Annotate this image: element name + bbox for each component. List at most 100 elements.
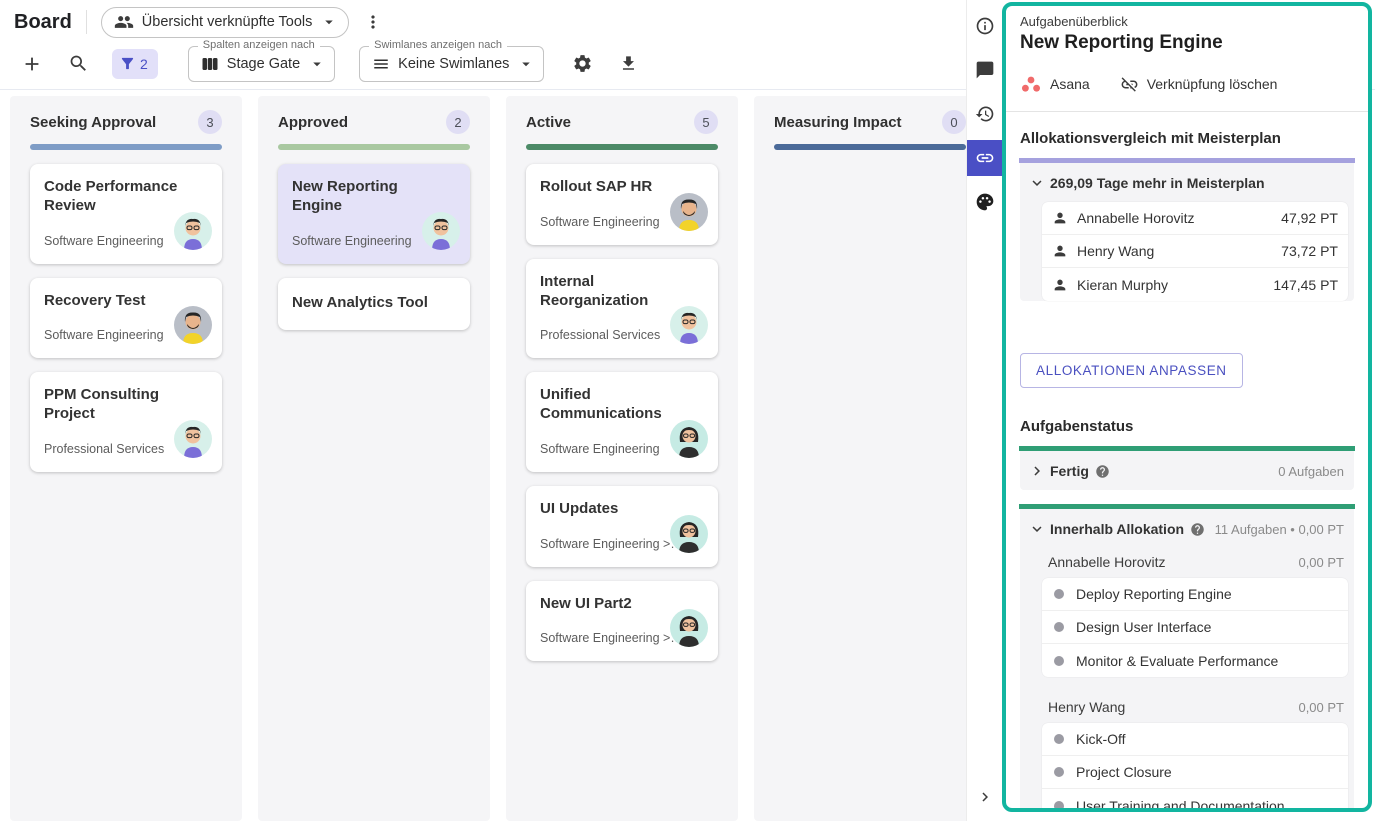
status-group-innerhalb: Innerhalb Allokation 11 Aufgaben • 0,00 … [1020, 504, 1354, 812]
collapse-panel-icon[interactable] [967, 779, 1003, 815]
card-title: PPM Consulting Project [44, 386, 208, 424]
project-card[interactable]: Unified Communications Software Engineer… [526, 372, 718, 472]
download-button[interactable] [610, 46, 646, 82]
avatar [670, 193, 708, 231]
caret-down-icon [320, 13, 338, 31]
person-value: 0,00 PT [1298, 555, 1344, 570]
person-name: Henry Wang [1048, 699, 1125, 715]
page-title: Board [14, 11, 72, 34]
asana-link[interactable]: Asana [1050, 76, 1090, 92]
help-icon[interactable] [1095, 464, 1110, 479]
integration-link-row: Asana Verknüpfung löschen [1020, 74, 1354, 94]
app-root: Board Übersicht verknüpfte Tools 2 [0, 0, 1375, 821]
allocation-group-title: 269,09 Tage mehr in Meisterplan [1050, 175, 1265, 191]
status-group-header[interactable]: Innerhalb Allokation 11 Aufgaben • 0,00 … [1020, 509, 1354, 548]
chevron-right-icon [1028, 462, 1046, 480]
link-tab-icon-active[interactable] [967, 140, 1003, 176]
card-title: New Reporting Engine [292, 178, 456, 216]
search-button[interactable] [60, 46, 96, 82]
project-card[interactable]: PPM Consulting Project Professional Serv… [30, 372, 222, 472]
status-group-title: Innerhalb Allokation [1050, 521, 1184, 537]
allocation-row: Kieran Murphy 147,45 PT [1042, 268, 1348, 301]
linked-tools-dropdown[interactable]: Übersicht verknüpfte Tools [101, 7, 350, 38]
task-status-dot [1054, 589, 1064, 599]
task-status-dot [1054, 656, 1064, 666]
task-name: Project Closure [1076, 764, 1172, 780]
comments-icon[interactable] [967, 52, 1003, 88]
project-card[interactable]: Rollout SAP HR Software Engineering [526, 164, 718, 245]
settings-button[interactable] [564, 46, 600, 82]
allocation-value: 47,92 PT [1281, 210, 1338, 226]
card-title: UI Updates [540, 500, 704, 519]
help-icon[interactable] [1190, 522, 1205, 537]
task-name: Kick-Off [1076, 731, 1126, 747]
avatar [422, 212, 460, 250]
task-row[interactable]: Kick-Off [1042, 723, 1348, 756]
allocation-rows-card: Annabelle Horovitz 47,92 PT Henry Wang 7… [1042, 202, 1348, 301]
project-card[interactable]: Internal Reorganization Professional Ser… [526, 259, 718, 359]
link-off-icon [1120, 75, 1139, 94]
filter-chip[interactable]: 2 [112, 49, 158, 79]
column-count-badge: 5 [694, 110, 718, 134]
task-overview-panel: Aufgabenüberblick New Reporting Engine A… [1002, 2, 1372, 812]
allocation-name: Kieran Murphy [1077, 277, 1168, 293]
linked-tools-dropdown-label: Übersicht verknüpfte Tools [142, 14, 313, 30]
swimlanes-by-select[interactable]: Swimlanes anzeigen nach Keine Swimlanes [359, 46, 544, 82]
project-card-selected[interactable]: New Reporting Engine Software Engineerin… [278, 164, 470, 264]
column-seeking-approval: Seeking Approval 3 Code Performance Revi… [10, 96, 242, 821]
task-name: Deploy Reporting Engine [1076, 586, 1232, 602]
avatar [174, 420, 212, 458]
task-row[interactable]: Deploy Reporting Engine [1042, 578, 1348, 611]
history-icon[interactable] [967, 96, 1003, 132]
person-icon [1052, 277, 1068, 293]
swimlanes-by-value: Keine Swimlanes [398, 56, 509, 72]
task-row[interactable]: Project Closure [1042, 756, 1348, 789]
side-icon-strip [966, 0, 1002, 821]
task-list-card: Deploy Reporting Engine Design User Inte… [1042, 578, 1348, 677]
allocation-group: 269,09 Tage mehr in Meisterplan Annabell… [1020, 158, 1354, 301]
avatar [670, 306, 708, 344]
task-status-dot [1054, 734, 1064, 744]
task-row[interactable]: User Training and Documentation [1042, 789, 1348, 812]
column-title: Approved [278, 114, 348, 131]
task-row[interactable]: Monitor & Evaluate Performance [1042, 644, 1348, 677]
unlink-button[interactable]: Verknüpfung löschen [1147, 76, 1278, 92]
allocation-row: Henry Wang 73,72 PT [1042, 235, 1348, 268]
person-icon [1052, 210, 1068, 226]
avatar [174, 306, 212, 344]
column-color-bar [30, 144, 222, 150]
project-card[interactable]: Code Performance Review Software Enginee… [30, 164, 222, 264]
task-name: Design User Interface [1076, 619, 1211, 635]
add-button[interactable] [14, 46, 50, 82]
adjust-allocations-button[interactable]: ALLOKATIONEN ANPASSEN [1020, 353, 1243, 388]
divider [1006, 111, 1368, 112]
person-name: Annabelle Horovitz [1048, 554, 1166, 570]
project-card[interactable]: Recovery Test Software Engineering [30, 278, 222, 359]
status-group-header[interactable]: Fertig 0 Aufgaben [1020, 451, 1354, 490]
view-columns-icon [201, 55, 219, 73]
status-group-summary: 0 Aufgaben [1278, 464, 1344, 479]
allocation-heading: Allokationsvergleich mit Meisterplan [1020, 130, 1354, 147]
chevron-down-icon [1028, 174, 1046, 192]
column-count-badge: 3 [198, 110, 222, 134]
allocation-group-header[interactable]: 269,09 Tage mehr in Meisterplan [1020, 163, 1354, 202]
allocation-row: Annabelle Horovitz 47,92 PT [1042, 202, 1348, 235]
project-card[interactable]: New Analytics Tool [278, 278, 470, 331]
columns-by-value: Stage Gate [227, 56, 300, 72]
status-group-summary: 11 Aufgaben • 0,00 PT [1215, 522, 1344, 537]
task-name: User Training and Documentation [1076, 798, 1285, 813]
project-card[interactable]: New UI Part2 Software Engineering >… [526, 581, 718, 662]
kebab-menu-icon[interactable] [363, 12, 383, 32]
project-card[interactable]: UI Updates Software Engineering >… [526, 486, 718, 567]
column-count-badge: 0 [942, 110, 966, 134]
column-color-bar [278, 144, 470, 150]
caret-down-icon [308, 55, 326, 73]
info-icon[interactable] [967, 8, 1003, 44]
columns-by-select[interactable]: Spalten anzeigen nach Stage Gate [188, 46, 335, 82]
allocation-value: 73,72 PT [1281, 243, 1338, 259]
task-row[interactable]: Design User Interface [1042, 611, 1348, 644]
palette-icon[interactable] [967, 184, 1003, 220]
columns-by-legend: Spalten anzeigen nach [198, 39, 320, 51]
caret-down-icon [517, 55, 535, 73]
task-status-dot [1054, 801, 1064, 811]
